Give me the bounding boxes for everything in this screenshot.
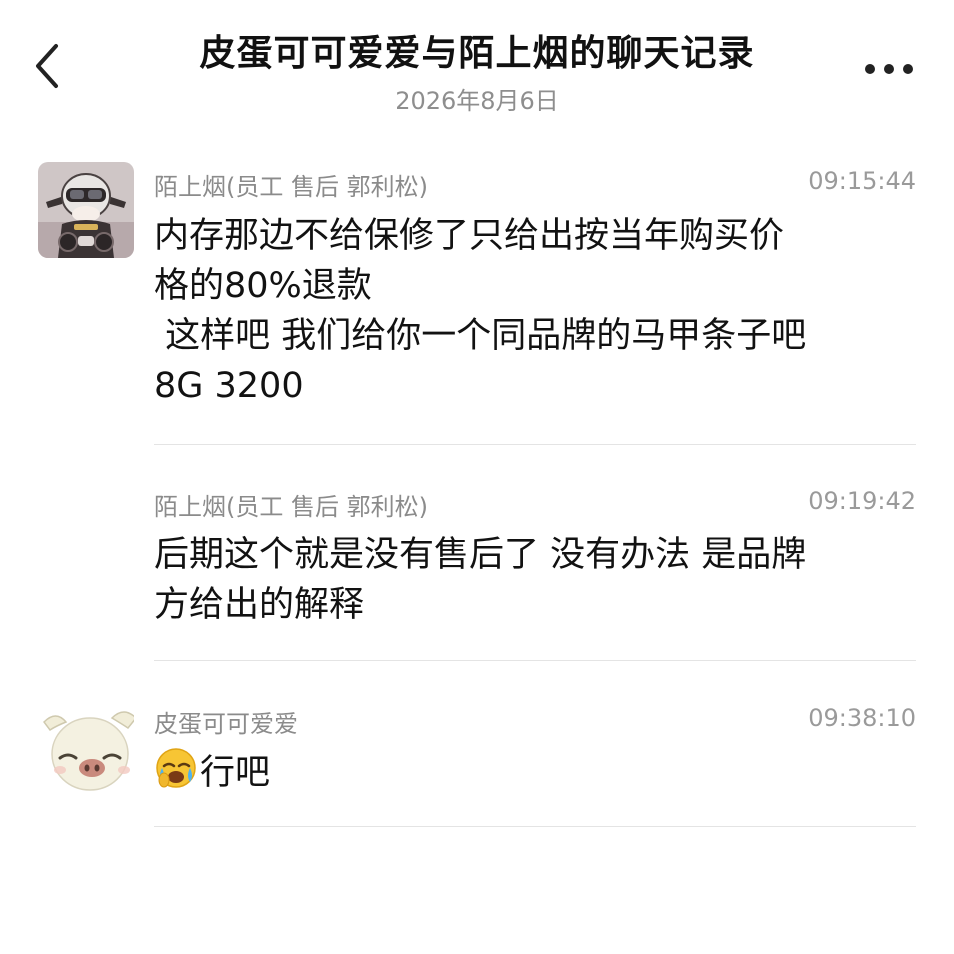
- pig-avatar-icon: [38, 700, 134, 796]
- message-line-text: 行吧: [200, 753, 271, 793]
- message-line: 内存那边不给保修了只给出按当年购买价: [154, 216, 785, 256]
- message-divider: [154, 826, 916, 827]
- crying-face-emoji-icon: [156, 748, 196, 788]
- message-line: 行吧: [154, 746, 914, 798]
- more-button[interactable]: [858, 54, 920, 84]
- more-dots-icon: [865, 64, 913, 74]
- sender-avatar-motorcycle-rider[interactable]: [38, 162, 134, 258]
- message-body[interactable]: 后期这个就是没有售后了 没有办法 是品牌 方给出的解释: [154, 530, 914, 630]
- chat-history-header: 皮蛋可可爱爱与陌上烟的聊天记录 2026年8月6日: [0, 0, 954, 125]
- message-sender: 陌上烟(员工 售后 郭利松): [154, 173, 428, 201]
- sender-avatar-pig[interactable]: [38, 700, 134, 796]
- message-time: 09:38:10: [808, 704, 916, 732]
- message-line: 8G 3200: [154, 366, 304, 406]
- message-line: 格的80%退款: [154, 266, 372, 306]
- message-line: 后期这个就是没有售后了 没有办法 是品牌: [154, 535, 807, 575]
- message-body[interactable]: 行吧: [154, 746, 914, 798]
- message-sender: 皮蛋可可爱爱: [154, 710, 298, 738]
- message-line: 方给出的解释: [154, 585, 365, 625]
- message-sender: 陌上烟(员工 售后 郭利松): [154, 493, 428, 521]
- message-time: 09:15:44: [808, 167, 916, 195]
- motorcycle-rider-avatar-icon: [38, 162, 134, 258]
- chat-date: 2026年8月6日: [395, 87, 559, 115]
- message-body[interactable]: 内存那边不给保修了只给出按当年购买价 格的80%退款 这样吧 我们给你一个同品牌…: [154, 211, 914, 411]
- message-divider: [154, 444, 916, 445]
- message-divider: [154, 660, 916, 661]
- message-time: 09:19:42: [808, 487, 916, 515]
- message-line: 这样吧 我们给你一个同品牌的马甲条子吧: [154, 316, 807, 356]
- page-title: 皮蛋可可爱爱与陌上烟的聊天记录: [199, 33, 755, 74]
